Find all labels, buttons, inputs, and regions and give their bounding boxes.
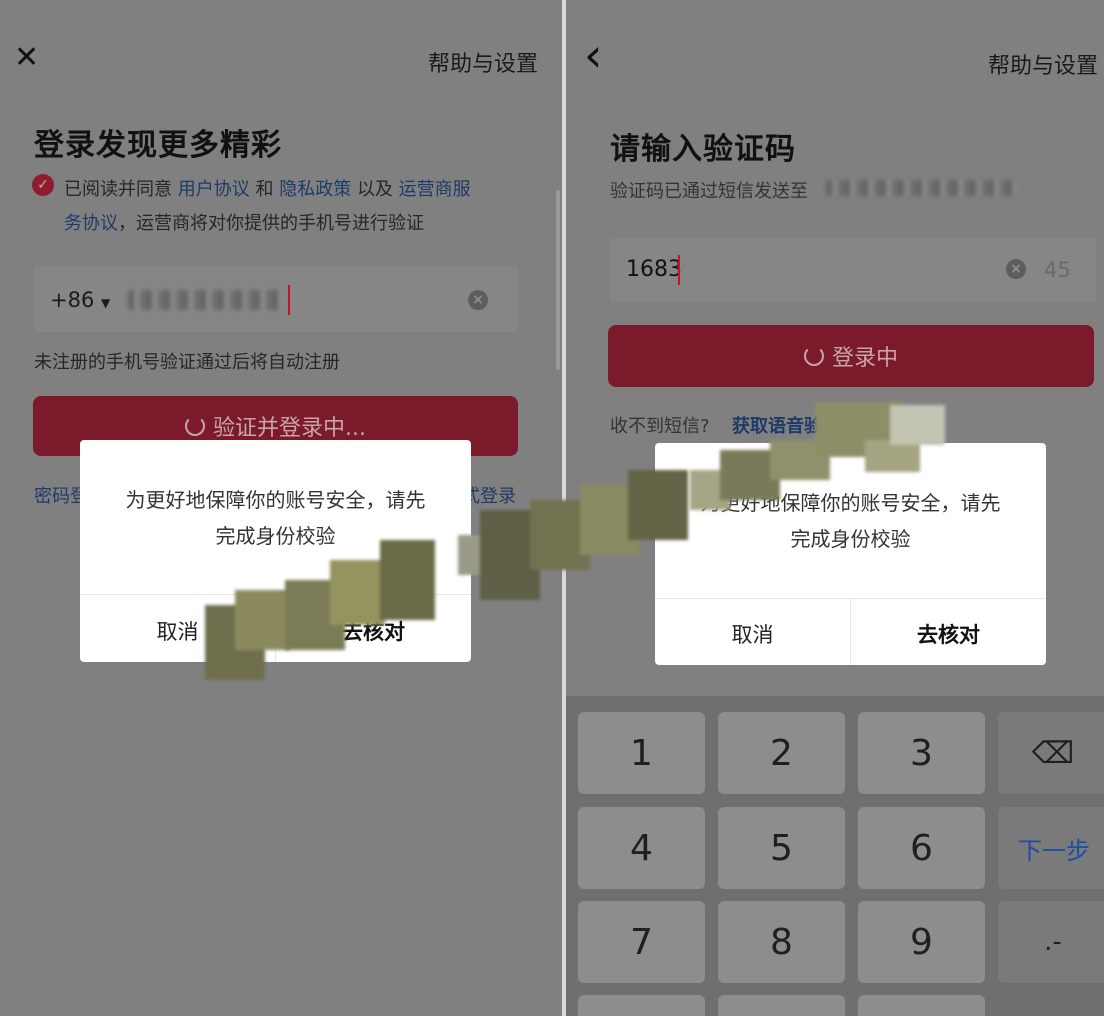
key-5[interactable]: 5 (718, 807, 845, 889)
close-icon[interactable]: ✕ (14, 40, 39, 75)
back-icon[interactable]: ‹ (584, 32, 602, 78)
carrier-agreement-link-1[interactable]: 运营商服 (399, 179, 471, 200)
login-button-label: 登录中 (831, 346, 898, 371)
help-settings-link[interactable]: 帮助与设置 (428, 46, 538, 78)
privacy-policy-link[interactable]: 隐私政策 (279, 179, 351, 200)
clear-icon[interactable]: × (468, 290, 488, 310)
key-4[interactable]: 4 (578, 807, 705, 889)
carrier-agreement-link-2[interactable]: 务协议 (64, 213, 118, 234)
auto-register-hint: 未注册的手机号验证通过后将自动注册 (34, 352, 340, 373)
dialog-cancel-button[interactable]: 取消 (655, 619, 850, 649)
agreement-checkbox[interactable]: ✓ (32, 174, 54, 196)
agreement-and-1: 和 (255, 179, 274, 200)
key-9[interactable]: 9 (858, 901, 985, 983)
backspace-icon: ⌫ (1031, 735, 1075, 771)
key-row-bottom-2[interactable] (718, 995, 845, 1016)
redaction-pixel (235, 590, 290, 650)
text-caret (678, 255, 680, 285)
voice-code-link[interactable]: 获取语音验 (732, 412, 822, 438)
agreement-suffix: ，运营商将对你提供的手机号进行验证 (118, 213, 424, 234)
resend-countdown: 45 (1044, 258, 1071, 282)
verify-login-button-label: 验证并登录中... (213, 416, 366, 441)
text-caret (288, 285, 290, 315)
country-code: +86 (50, 288, 95, 312)
user-agreement-link[interactable]: 用户协议 (178, 179, 250, 200)
redaction-pixel (380, 540, 435, 620)
phone-number-redacted (128, 290, 284, 310)
agreement-and-2: 以及 (356, 179, 393, 200)
key-2[interactable]: 2 (718, 712, 845, 794)
key-row-bottom-3[interactable] (858, 995, 985, 1016)
key-8[interactable]: 8 (718, 901, 845, 983)
key-1[interactable]: 1 (578, 712, 705, 794)
login-screen-phone: ✕ 帮助与设置 登录发现更多精彩 ✓ 已阅读并同意 用户协议 和 隐私政策 以及… (0, 0, 562, 1016)
page-title: 登录发现更多精彩 (34, 128, 282, 163)
dialog-message-line-1: 为更好地保障你的账号安全，请先 (125, 488, 426, 512)
dialog-message-line-2: 完成身份校验 (790, 527, 911, 551)
sms-sent-subtitle: 验证码已通过短信发送至 (610, 181, 808, 202)
page-title: 请输入验证码 (610, 132, 796, 167)
phone-number-redacted (826, 180, 1016, 196)
dialog-confirm-button[interactable]: 去核对 (851, 619, 1046, 649)
redaction-pixel (330, 560, 385, 625)
key-6[interactable]: 6 (858, 807, 985, 889)
key-7[interactable]: 7 (578, 901, 705, 983)
agreement-prefix: 已阅读并同意 (64, 179, 172, 200)
no-sms-text: 收不到短信? (610, 416, 710, 437)
key-3[interactable]: 3 (858, 712, 985, 794)
dot-key[interactable]: .- (998, 901, 1104, 983)
help-settings-link[interactable]: 帮助与设置 (988, 48, 1098, 80)
chevron-down-icon: ▼ (101, 296, 111, 310)
next-step-key[interactable]: 下一步 (998, 807, 1104, 889)
redaction-pixel (890, 405, 945, 445)
country-code-selector[interactable]: +86 ▼ (50, 288, 110, 312)
agreement-line-2: 务协议，运营商将对你提供的手机号进行验证 (64, 209, 424, 235)
clear-icon[interactable]: × (1006, 259, 1026, 279)
next-step-label: 下一步 (1018, 836, 1090, 865)
code-input-value: 1683 (626, 257, 682, 282)
redaction-pixel (628, 470, 688, 540)
scrollbar[interactable] (556, 190, 560, 370)
backspace-key[interactable]: ⌫ (998, 712, 1104, 794)
dot-key-label: .- (1044, 927, 1062, 957)
agreement-line-1: 已阅读并同意 用户协议 和 隐私政策 以及 运营商服 (64, 175, 471, 201)
loading-spinner-icon (185, 416, 205, 436)
login-button[interactable]: 登录中 (608, 325, 1094, 387)
key-row-bottom-1[interactable] (578, 995, 705, 1016)
loading-spinner-icon (803, 346, 824, 366)
